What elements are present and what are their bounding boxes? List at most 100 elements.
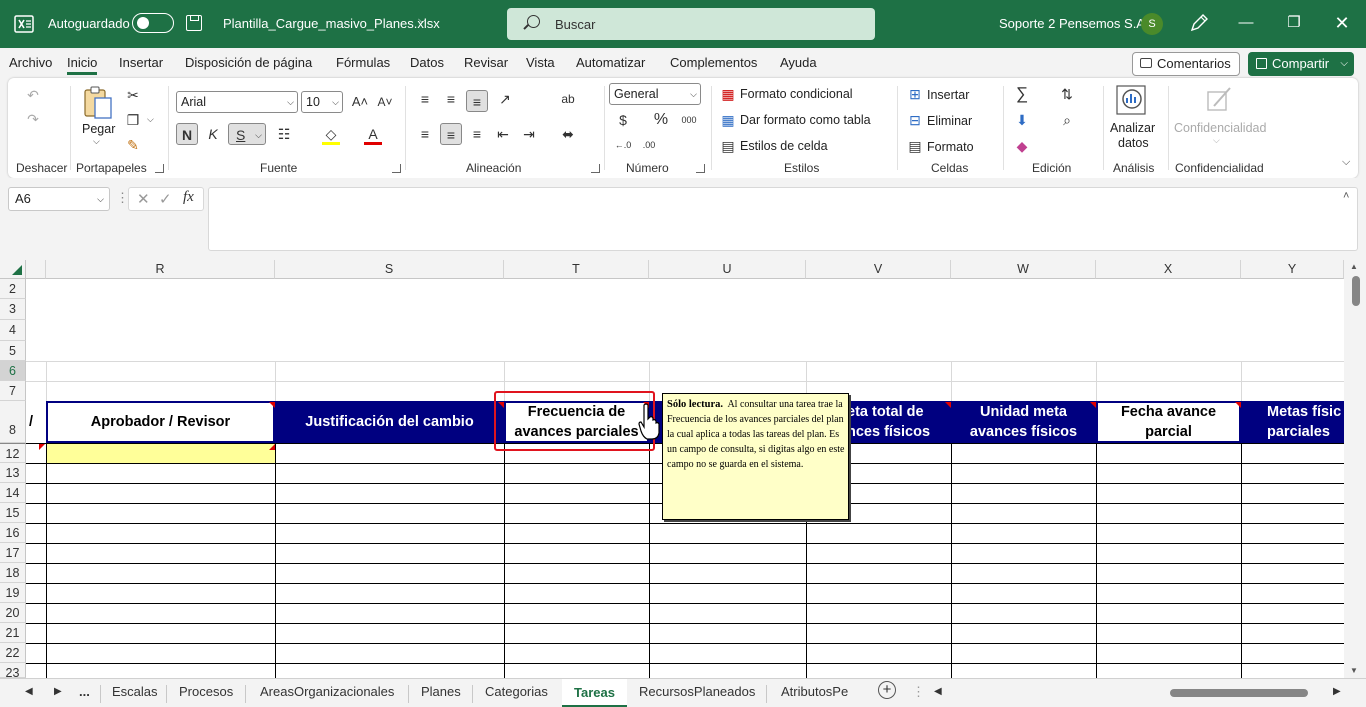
conditional-format-icon[interactable]: ▦: [717, 83, 739, 105]
align-top-icon[interactable]: ≡: [414, 88, 436, 110]
paste-icon[interactable]: [81, 84, 115, 122]
clear-icon[interactable]: ◆: [1011, 135, 1033, 157]
comment-indicator-icon[interactable]: [945, 402, 951, 408]
borders-icon[interactable]: ☷: [273, 123, 295, 145]
format-cells-button[interactable]: Formato: [927, 140, 974, 154]
row-header[interactable]: 20: [0, 603, 26, 623]
insert-function-icon[interactable]: fx: [183, 189, 194, 206]
tab-complementos[interactable]: Complementos: [670, 55, 757, 70]
comment-indicator-icon[interactable]: [269, 402, 275, 408]
wrap-text-icon[interactable]: ab: [557, 88, 579, 110]
number-format-select[interactable]: General ⌵: [609, 83, 701, 105]
row-header[interactable]: 23: [0, 663, 26, 678]
row-header[interactable]: 8: [0, 401, 26, 443]
increase-decimal-icon[interactable]: ←.0: [612, 134, 634, 156]
scrollbar-thumb[interactable]: [1352, 276, 1360, 306]
header-cell-fecha-avance[interactable]: Fecha avance parcial: [1096, 401, 1241, 443]
header-cell-unidad-meta[interactable]: Unidad meta avances físicos: [951, 401, 1096, 443]
cell-r12[interactable]: [46, 443, 275, 463]
confidentiality-icon[interactable]: [1204, 84, 1234, 114]
analyze-data-icon[interactable]: [1115, 84, 1147, 116]
sheet-tab-escalas[interactable]: Escalas: [112, 684, 158, 699]
column-header-s[interactable]: S: [275, 260, 504, 279]
insert-cells-icon[interactable]: ⊞: [904, 83, 926, 105]
delete-cells-icon[interactable]: ⊟: [904, 109, 926, 131]
search-box[interactable]: Buscar: [507, 8, 875, 40]
merge-center-icon[interactable]: ⬌: [557, 123, 579, 145]
chevron-down-icon[interactable]: ⌵: [1340, 52, 1348, 76]
find-select-icon[interactable]: ⌕: [1056, 109, 1078, 131]
comments-button[interactable]: Comentarios: [1132, 52, 1240, 76]
tab-insertar[interactable]: Insertar: [119, 55, 163, 70]
row-header[interactable]: 4: [0, 320, 26, 341]
row-header[interactable]: 18: [0, 563, 26, 583]
row-header[interactable]: 14: [0, 483, 26, 503]
row-header[interactable]: 13: [0, 463, 26, 483]
restore-icon[interactable]: ❐: [1279, 10, 1309, 36]
column-header-v[interactable]: V: [806, 260, 951, 279]
delete-cells-button[interactable]: Eliminar: [927, 114, 972, 128]
tab-ayuda[interactable]: Ayuda: [780, 55, 817, 70]
chevron-down-icon[interactable]: ⌵: [147, 114, 154, 125]
name-box[interactable]: A6 ⌵: [8, 187, 110, 211]
cut-icon[interactable]: ✂: [122, 84, 144, 106]
align-middle-icon[interactable]: ≡: [440, 88, 462, 110]
header-cell-metas-fisicas[interactable]: Metas físic parciales: [1241, 401, 1351, 443]
row-header[interactable]: 2: [0, 279, 26, 299]
fill-icon[interactable]: ⬇: [1011, 109, 1033, 131]
sheet-tab-tareas[interactable]: Tareas: [562, 679, 627, 707]
align-center-icon[interactable]: ≡: [440, 123, 462, 145]
column-header-u[interactable]: U: [649, 260, 806, 279]
scroll-right-icon[interactable]: ▶: [1333, 686, 1341, 697]
redo-icon[interactable]: ↷: [22, 108, 44, 130]
add-sheet-icon[interactable]: +: [878, 681, 896, 699]
orientation-icon[interactable]: ↗: [494, 88, 516, 110]
autosum-icon[interactable]: ∑: [1011, 83, 1033, 105]
chevron-down-icon[interactable]: ⌵: [1213, 135, 1220, 146]
italic-button[interactable]: K: [202, 123, 224, 145]
insert-cells-button[interactable]: Insertar: [927, 88, 969, 102]
sheet-tab-atributos[interactable]: AtributosPe: [781, 684, 848, 699]
analyze-data-label-2[interactable]: datos: [1118, 136, 1149, 150]
vertical-scrollbar[interactable]: ▲ ▼: [1344, 260, 1366, 678]
row-header[interactable]: 17: [0, 543, 26, 563]
share-button[interactable]: Compartir ⌵: [1248, 52, 1354, 76]
row-header[interactable]: 3: [0, 299, 26, 320]
tab-datos[interactable]: Datos: [410, 55, 444, 70]
bold-button[interactable]: N: [176, 123, 198, 145]
collapse-formula-icon[interactable]: ˄: [1343, 190, 1349, 202]
scroll-up-icon[interactable]: ▲: [1350, 262, 1358, 271]
tab-vista[interactable]: Vista: [526, 55, 555, 70]
scroll-left-icon[interactable]: ◀: [934, 686, 942, 697]
font-name-select[interactable]: Arial ⌵: [176, 91, 298, 113]
sort-filter-icon[interactable]: ⇅: [1056, 83, 1078, 105]
select-all-corner[interactable]: [0, 260, 26, 279]
column-header-w[interactable]: W: [951, 260, 1096, 279]
increase-font-icon[interactable]: A˄: [349, 91, 371, 113]
cell-styles-icon[interactable]: ▤: [717, 135, 739, 157]
sheet-tab-recursos[interactable]: RecursosPlaneados: [639, 684, 755, 699]
analyze-data-label-1[interactable]: Analizar: [1110, 121, 1155, 135]
font-size-select[interactable]: 10 ⌵: [301, 91, 343, 113]
format-painter-icon[interactable]: ✎: [122, 134, 144, 156]
more-sheets-button[interactable]: ...: [79, 684, 90, 699]
decrease-indent-icon[interactable]: ⇤: [492, 123, 514, 145]
decrease-font-icon[interactable]: A˅: [374, 91, 396, 113]
formula-input[interactable]: [208, 187, 1358, 251]
more-options-icon[interactable]: ⋮: [912, 684, 925, 700]
cancel-icon[interactable]: ✕: [137, 190, 150, 208]
row-header[interactable]: 5: [0, 341, 26, 361]
row-header[interactable]: 15: [0, 503, 26, 523]
row-header[interactable]: 21: [0, 623, 26, 643]
column-header-q[interactable]: [26, 260, 46, 279]
user-name[interactable]: Soporte 2 Pensemos S.A.: [999, 16, 1149, 31]
header-cell-justificacion[interactable]: Justificación del cambio: [275, 401, 504, 443]
tab-revisar[interactable]: Revisar: [464, 55, 508, 70]
format-cells-icon[interactable]: ▤: [904, 135, 926, 157]
header-cell-q[interactable]: /: [26, 401, 46, 443]
row-header-selected[interactable]: 6: [0, 361, 26, 381]
row-header[interactable]: 16: [0, 523, 26, 543]
decrease-decimal-icon[interactable]: .00: [638, 134, 660, 156]
column-header-r[interactable]: R: [46, 260, 275, 279]
row-header[interactable]: 22: [0, 643, 26, 663]
